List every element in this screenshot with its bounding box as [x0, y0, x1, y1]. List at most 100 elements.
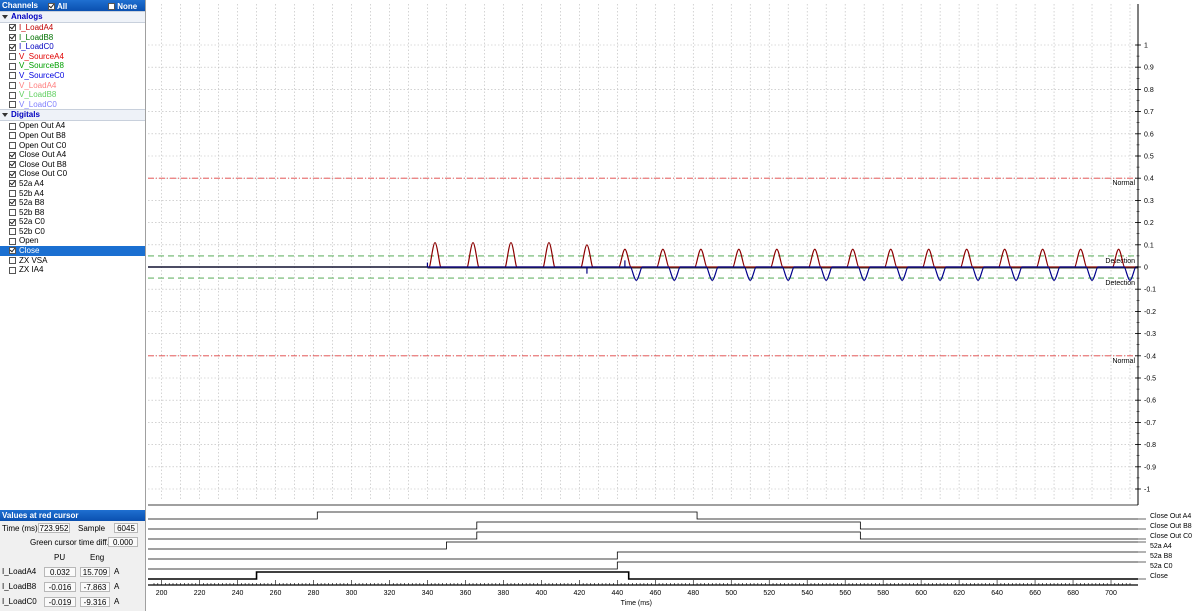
digitals-channel-item[interactable]: Close Out A4 [0, 150, 145, 160]
digital-traces: Close Out A4 Close Out B8 Close Out C0 52a … [148, 504, 1192, 580]
y-tick-label: -0.1 [1144, 287, 1156, 294]
channel-checkbox[interactable] [9, 33, 16, 41]
channel-checkbox[interactable] [9, 122, 16, 130]
none-label[interactable]: None [117, 2, 137, 11]
y-tick-label: 0.1 [1144, 242, 1154, 249]
digital-trace-label: Close [1150, 573, 1168, 580]
analogs-channel-item[interactable]: I_LoadB8 [0, 33, 145, 43]
digitals-channel-item[interactable]: 52a C0 [0, 217, 145, 227]
channel-checkbox[interactable] [9, 43, 16, 51]
threshold-label: Detection [1105, 280, 1135, 287]
analogs-channel-item[interactable]: V_LoadB8 [0, 90, 145, 100]
analogs-channel-item[interactable]: V_SourceB8 [0, 61, 145, 71]
digitals-channel-item[interactable]: Open Out B8 [0, 131, 145, 141]
channel-checkbox[interactable] [9, 189, 16, 197]
x-tick-label: 220 [194, 590, 206, 597]
values-panel: Values at red cursor Time (ms) 723.952 S… [0, 510, 146, 611]
x-axis-title: Time (ms) [621, 600, 652, 607]
digitals-channel-item[interactable]: Close Out C0 [0, 169, 145, 179]
digitals-channel-item[interactable]: ZX VSA [0, 256, 145, 266]
analogs-channel-item[interactable]: V_SourceC0 [0, 71, 145, 81]
select-none-option[interactable]: None [108, 1, 137, 12]
digitals-channel-item[interactable]: 52b A4 [0, 189, 145, 199]
select-all-option[interactable]: All [48, 1, 67, 12]
digital-trace [148, 521, 1138, 530]
digital-trace [148, 571, 1138, 580]
analogs-channel-item[interactable]: V_LoadC0 [0, 100, 145, 110]
channel-checkbox[interactable] [9, 53, 16, 61]
digitals-channel-item[interactable]: 52a B8 [0, 198, 145, 208]
channel-checkbox[interactable] [9, 228, 16, 236]
analogs-channel-item[interactable]: V_SourceA4 [0, 52, 145, 62]
y-tick-label: 1 [1144, 43, 1148, 50]
x-tick-label: 540 [801, 590, 813, 597]
y-axis: 1 0.9 0.8 0.7 0.6 0.5 0.4 0.3 0.2 0.1 0 -0.1 -0.2 -0.… [1135, 4, 1156, 505]
channel-checkbox[interactable] [9, 180, 16, 188]
x-tick-label: 520 [763, 590, 775, 597]
channel-label: V_LoadC0 [19, 99, 57, 109]
channel-checkbox[interactable] [9, 209, 16, 217]
pu-column-header: PU [54, 553, 66, 562]
x-tick-label: 600 [915, 590, 927, 597]
digitals-channel-item[interactable]: Open Out C0 [0, 141, 145, 151]
collapse-triangle-icon[interactable] [2, 113, 8, 118]
y-tick-label: -0.9 [1144, 464, 1156, 471]
x-tick-label: 420 [573, 590, 585, 597]
time-value-field: 723.952 [38, 523, 70, 533]
x-axis: 200 220 240 260 280 300 320 340 360 380 400 420 440 4… [148, 580, 1138, 607]
channel-checkbox[interactable] [9, 91, 16, 99]
channel-checkbox[interactable] [9, 62, 16, 70]
digital-trace-label: 52a C0 [1150, 563, 1173, 570]
all-label[interactable]: All [57, 2, 67, 11]
value-row-eng: -7.863 [80, 582, 110, 592]
y-tick-label: -1 [1144, 487, 1150, 494]
channel-label: Open Out C0 [19, 140, 67, 150]
digitals-channel-item[interactable]: Close [0, 246, 145, 256]
analogs-group-header[interactable]: Analogs [0, 11, 145, 23]
x-tick-label: 560 [839, 590, 851, 597]
digitals-channel-item[interactable]: 52b C0 [0, 227, 145, 237]
value-row-eng: -9.316 [80, 597, 110, 607]
collapse-triangle-icon[interactable] [2, 14, 8, 19]
channel-label: 52b C0 [19, 226, 45, 236]
analogs-channel-item[interactable]: I_LoadA4 [0, 23, 145, 33]
digitals-channel-item[interactable]: ZX IA4 [0, 265, 145, 275]
digitals-channel-item[interactable]: 52a A4 [0, 179, 145, 189]
channel-checkbox[interactable] [9, 101, 16, 109]
digital-trace-label: 52a A4 [1150, 543, 1172, 550]
none-checkbox[interactable] [108, 3, 115, 11]
digitals-channel-item[interactable]: Open [0, 236, 145, 246]
digital-trace [148, 531, 1138, 540]
analogs-channel-item[interactable]: I_LoadC0 [0, 42, 145, 52]
channel-checkbox[interactable] [9, 218, 16, 226]
series-i-loada4 [427, 241, 1138, 268]
channel-checkbox[interactable] [9, 72, 16, 80]
digitals-channel-item[interactable]: Open Out A4 [0, 121, 145, 131]
channel-checkbox[interactable] [9, 161, 16, 169]
channel-checkbox[interactable] [9, 81, 16, 89]
channel-label: Close [19, 246, 40, 256]
channel-label: Close Out B8 [19, 159, 67, 169]
y-tick-label: 0.7 [1144, 109, 1154, 116]
channel-checkbox[interactable] [9, 257, 16, 265]
channel-checkbox[interactable] [9, 266, 16, 274]
digitals-group-header[interactable]: Digitals [0, 109, 145, 122]
x-tick-label: 400 [536, 590, 548, 597]
all-checkbox[interactable] [48, 3, 55, 11]
channel-checkbox[interactable] [9, 132, 16, 140]
analog-traces [148, 241, 1138, 281]
channel-checkbox[interactable] [9, 199, 16, 207]
channel-checkbox[interactable] [9, 141, 16, 149]
digital-trace-label: Close Out A4 [1150, 513, 1191, 520]
channel-checkbox[interactable] [9, 237, 16, 245]
waveform-plot[interactable]: Normal Detection Detection Normal 1 0.9 0.8 0.… [146, 0, 1200, 611]
channel-checkbox[interactable] [9, 24, 16, 32]
channel-checkbox[interactable] [9, 247, 16, 255]
digitals-channel-item[interactable]: 52b B8 [0, 208, 145, 218]
digitals-channel-item[interactable]: Close Out B8 [0, 160, 145, 170]
x-tick-label: 280 [308, 590, 320, 597]
channel-checkbox[interactable] [9, 170, 16, 178]
x-tick-label: 200 [156, 590, 168, 597]
channel-checkbox[interactable] [9, 151, 16, 159]
analogs-channel-item[interactable]: V_LoadA4 [0, 81, 145, 91]
